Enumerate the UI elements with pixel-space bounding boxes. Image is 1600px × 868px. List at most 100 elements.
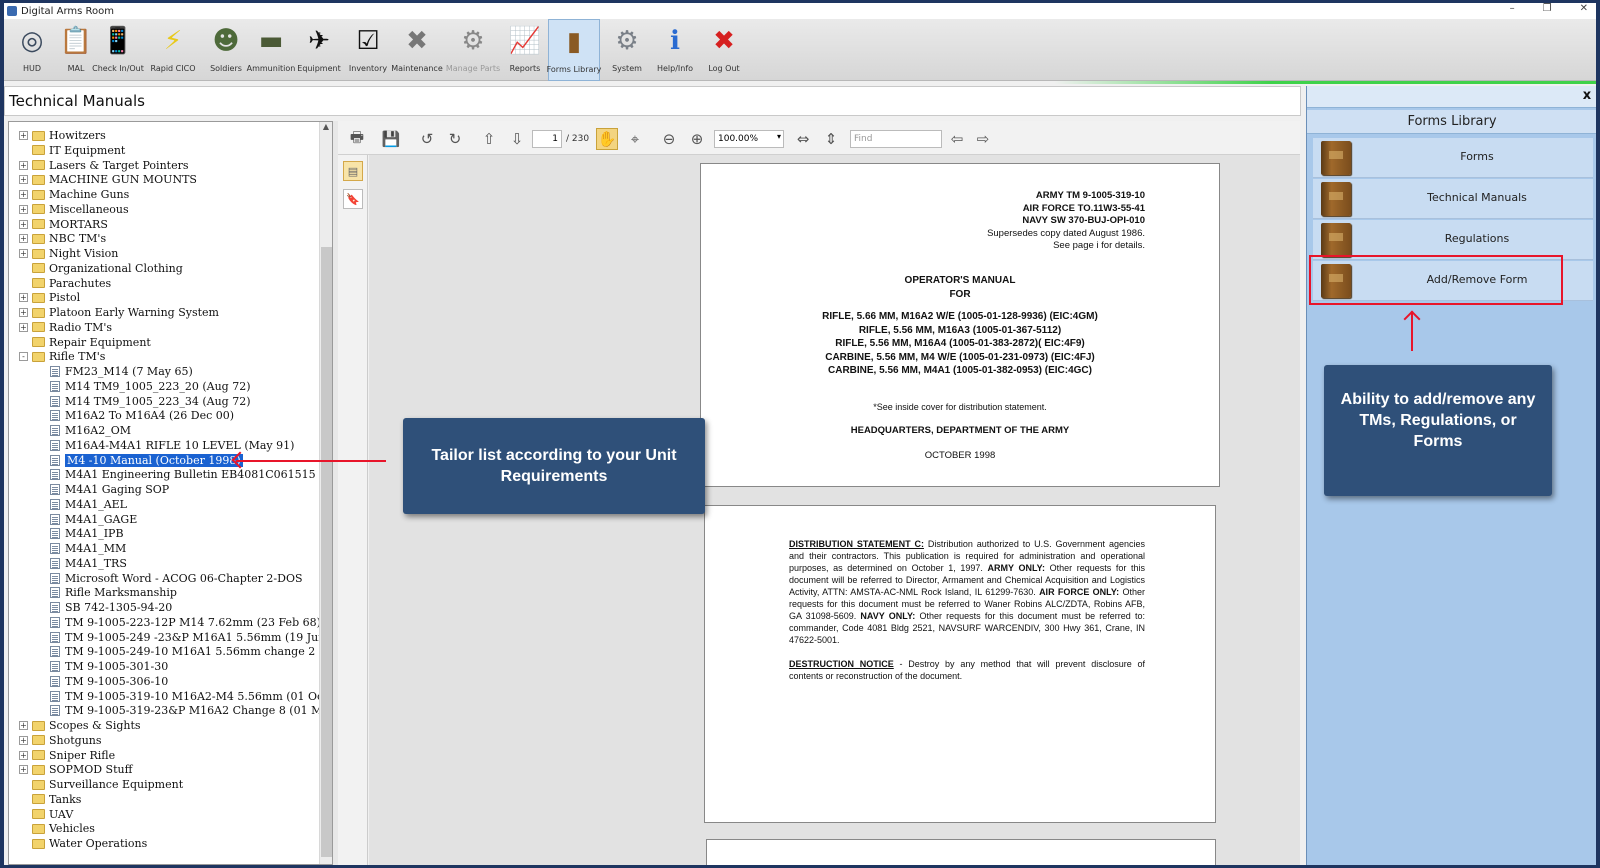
tree-folder[interactable]: + Machine Guns	[19, 187, 129, 202]
tree-document[interactable]: M16A2_OM	[50, 423, 131, 438]
toolbar-button-ammunition[interactable]: ▬ Ammunition	[245, 19, 297, 81]
zoom-select[interactable]: 100.00% ▾	[714, 130, 784, 148]
rotate-left-icon[interactable]: ↺	[416, 128, 438, 150]
toolbar-button-rapid-cico[interactable]: ⚡ Rapid CICO	[147, 19, 199, 81]
expand-icon[interactable]: +	[19, 721, 28, 730]
tree-document[interactable]: M4A1 Engineering Bulletin EB4081C061515 …	[50, 467, 332, 482]
bookmark-icon[interactable]: 🔖	[343, 189, 363, 209]
tree-document[interactable]: M16A4-M4A1 RIFLE 10 LEVEL (May 91)	[50, 438, 294, 453]
tree-document[interactable]: Rifle Marksmanship	[50, 585, 177, 600]
page-down-icon[interactable]: ⇩	[506, 128, 528, 150]
tree-document[interactable]: M4A1_TRS	[50, 556, 127, 571]
tree-document[interactable]: M4A1_MM	[50, 541, 126, 556]
tree-folder[interactable]: + Shotguns	[19, 733, 102, 748]
tree-folder[interactable]: + SOPMOD Stuff	[19, 762, 132, 777]
tree-document[interactable]: M4A1_GAGE	[50, 512, 137, 527]
toolbar-button-reports[interactable]: 📈 Reports	[499, 19, 551, 81]
toolbar-button-maintenance[interactable]: ✖ Maintenance	[391, 19, 443, 81]
page-number-input[interactable]: 1	[532, 130, 562, 148]
expand-icon[interactable]: +	[19, 234, 28, 244]
tree-document[interactable]: Microsoft Word - ACOG 06-Chapter 2-DOS	[50, 571, 303, 586]
scroll-thumb[interactable]	[321, 247, 332, 857]
tree-scrollbar[interactable]: ▲	[319, 122, 332, 864]
expand-icon[interactable]: +	[19, 765, 28, 775]
expand-icon[interactable]: +	[19, 735, 28, 745]
tree-document[interactable]: M4A1_IPB	[50, 526, 124, 541]
fit-page-icon[interactable]: ⇕	[820, 128, 842, 150]
zoom-out-icon[interactable]: ⊖	[658, 128, 680, 150]
tree-folder[interactable]: IT Equipment	[19, 143, 125, 158]
tree-folder[interactable]: - Rifle TM's	[19, 349, 105, 364]
tree-folder[interactable]: + Night Vision	[19, 246, 118, 261]
tree-folder[interactable]: + Platoon Early Warning System	[19, 305, 219, 320]
tree-document[interactable]: M16A2 To M16A4 (26 Dec 00)	[50, 408, 234, 423]
rotate-right-icon[interactable]: ↻	[444, 128, 466, 150]
tree-folder[interactable]: + Miscellaneous	[19, 202, 129, 217]
tree-document[interactable]: SB 742-1305-94-20	[50, 600, 172, 615]
select-tool-icon[interactable]: ⌖	[624, 128, 646, 150]
tree-folder[interactable]: + MACHINE GUN MOUNTS	[19, 172, 197, 187]
collapse-icon[interactable]: -	[19, 352, 28, 362]
toolbar-button-log-out[interactable]: ✖ Log Out	[698, 19, 750, 81]
fit-width-icon[interactable]: ⇔	[792, 128, 814, 150]
expand-icon[interactable]: +	[19, 308, 28, 317]
manuals-tree[interactable]: + Howitzers IT Equipment + Lasers & Target P…	[8, 121, 333, 865]
toolbar-button-system[interactable]: ⚙ System	[601, 19, 653, 81]
tree-document[interactable]: TM 9-1005-306-10	[50, 674, 168, 689]
find-next-icon[interactable]: ⇨	[972, 128, 994, 150]
tree-folder[interactable]: Organizational Clothing	[19, 261, 183, 276]
regulations-item[interactable]: Regulations	[1313, 220, 1593, 260]
tree-folder[interactable]: + MORTARS	[19, 217, 108, 232]
find-prev-icon[interactable]: ⇦	[946, 128, 968, 150]
technical-manuals-item[interactable]: Technical Manuals	[1313, 179, 1593, 219]
scroll-up-icon[interactable]: ▲	[320, 122, 332, 134]
tree-document[interactable]: M4A1 Gaging SOP	[50, 482, 169, 497]
tree-document[interactable]: TM 9-1005-301-30	[50, 659, 168, 674]
tree-folder[interactable]: UAV	[19, 807, 73, 822]
tree-folder[interactable]: + Howitzers	[19, 128, 106, 143]
tree-folder[interactable]: Vehicles	[19, 821, 95, 836]
expand-icon[interactable]: +	[19, 322, 28, 332]
tree-folder[interactable]: + NBC TM's	[19, 231, 106, 246]
tree-folder[interactable]: Tanks	[19, 792, 81, 807]
forms-item[interactable]: Forms	[1313, 138, 1593, 178]
tree-folder[interactable]: Repair Equipment	[19, 335, 151, 350]
tree-folder[interactable]: + Lasers & Target Pointers	[19, 158, 189, 173]
expand-icon[interactable]: +	[19, 219, 28, 229]
tree-folder[interactable]: Water Operations	[19, 836, 147, 851]
expand-icon[interactable]: +	[19, 750, 28, 760]
tree-document[interactable]: TM 9-1005-319-10 M16A2-M4 5.56mm (01 Oct…	[50, 689, 332, 704]
tree-document[interactable]: M4A1_AEL	[50, 497, 127, 512]
expand-icon[interactable]: +	[19, 204, 28, 214]
print-icon[interactable]: 🖶	[346, 128, 368, 150]
tree-folder[interactable]: + Pistol	[19, 290, 80, 305]
thumbnails-icon[interactable]: ▤	[343, 161, 363, 181]
restore-button[interactable]: ❐	[1543, 3, 1552, 14]
find-input[interactable]: Find	[850, 130, 942, 148]
toolbar-button-check-in-out[interactable]: 📱 Check In/Out	[92, 19, 144, 81]
expand-icon[interactable]: +	[19, 293, 28, 303]
tree-document[interactable]: FM23_M14 (7 May 65)	[50, 364, 193, 379]
tree-document[interactable]: TM 9-1005-223-12P M14 7.62mm (23 Feb 68)	[50, 615, 321, 630]
close-window-button[interactable]: ✕	[1580, 3, 1588, 14]
tree-folder[interactable]: + Radio TM's	[19, 320, 112, 335]
tree-document[interactable]: M14 TM9_1005_223_34 (Aug 72)	[50, 394, 251, 409]
tree-document[interactable]: M4 -10 Manual (October 1998)	[50, 452, 244, 468]
hand-tool-icon[interactable]: ✋	[596, 128, 618, 150]
tree-folder[interactable]: Parachutes	[19, 276, 111, 291]
tree-folder[interactable]: + Scopes & Sights	[19, 718, 141, 733]
zoom-in-icon[interactable]: ⊕	[686, 128, 708, 150]
tree-document[interactable]: TM 9-1005-249-10 M16A1 5.56mm change 2 (…	[50, 644, 332, 659]
tree-document[interactable]: TM 9-1005-319-23&P M16A2 Change 8 (01 Ma…	[50, 703, 332, 718]
tree-folder[interactable]: Surveillance Equipment	[19, 777, 183, 792]
expand-icon[interactable]: +	[19, 160, 28, 170]
toolbar-button-help-info[interactable]: ℹ Help/Info	[649, 19, 701, 81]
expand-icon[interactable]: +	[19, 190, 28, 199]
page-up-icon[interactable]: ⇧	[478, 128, 500, 150]
expand-icon[interactable]: +	[19, 175, 28, 185]
minimize-button[interactable]: –	[1510, 3, 1515, 14]
toolbar-button-forms-library[interactable]: ▮ Forms Library	[547, 19, 601, 81]
expand-icon[interactable]: +	[19, 131, 28, 140]
expand-icon[interactable]: +	[19, 249, 28, 258]
tree-document[interactable]: TM 9-1005-249 -23&P M16A1 5.56mm (19 Jun…	[50, 630, 332, 645]
